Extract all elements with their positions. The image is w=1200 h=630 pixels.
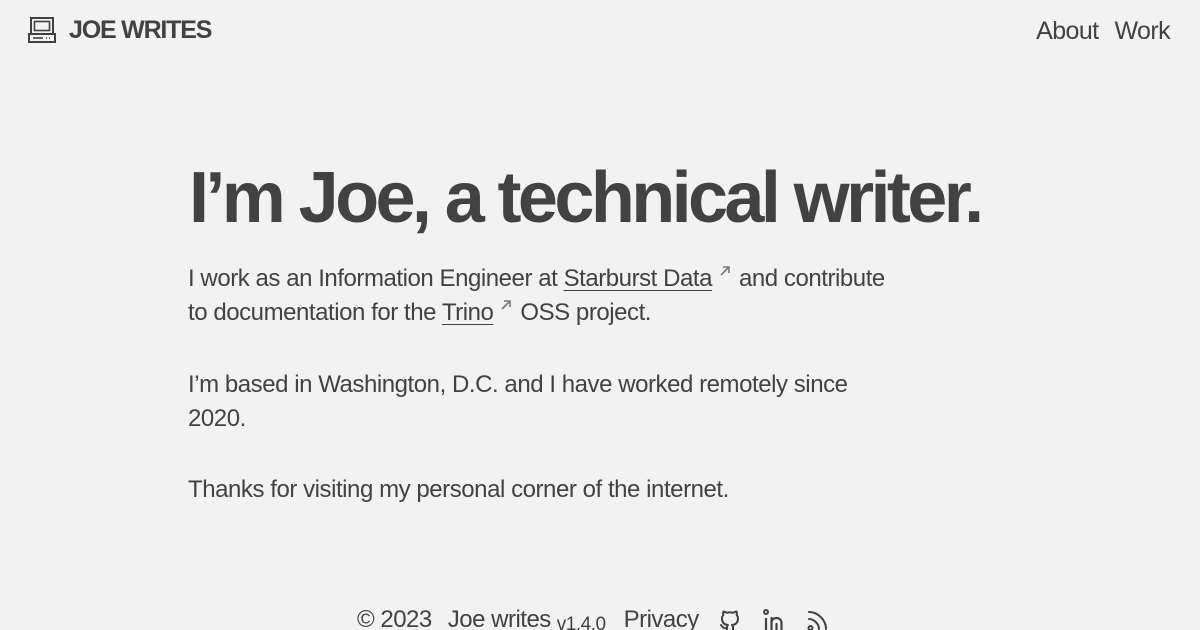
site-header: JOE WRITES About Work bbox=[0, 0, 1200, 64]
brand-name: JOE WRITES bbox=[69, 16, 212, 44]
trino-link[interactable]: Trino bbox=[442, 299, 494, 326]
footer-home-link[interactable]: Joe writes v1.4.0 bbox=[448, 606, 606, 630]
intro-text-start: I work as an Information Engineer at bbox=[188, 265, 564, 292]
main-nav: About Work bbox=[1036, 16, 1170, 46]
footer-site-name: Joe writes bbox=[447, 606, 552, 630]
rss-icon bbox=[807, 611, 827, 630]
github-link[interactable] bbox=[718, 608, 742, 630]
linkedin-icon bbox=[762, 609, 783, 630]
social-links bbox=[718, 608, 830, 630]
intro-paragraph-thanks: Thanks for visiting my personal corner o… bbox=[188, 476, 729, 503]
home-link[interactable]: JOE WRITES bbox=[28, 15, 212, 45]
github-icon bbox=[719, 610, 739, 630]
site-footer: © 2023 Joe writes v1.4.0 Privacy bbox=[357, 606, 830, 630]
rss-link[interactable] bbox=[806, 608, 830, 630]
main-content: I’m Joe, a technical writer. I work as a… bbox=[188, 150, 1028, 507]
page-title: I’m Joe, a technical writer. bbox=[189, 158, 984, 238]
external-link-icon bbox=[501, 300, 512, 310]
privacy-link[interactable]: Privacy bbox=[624, 606, 700, 630]
copyright-text: © 2023 bbox=[357, 606, 432, 630]
nav-work-link[interactable]: Work bbox=[1115, 16, 1171, 46]
computer-icon bbox=[28, 17, 56, 43]
intro-text-end: OSS project. bbox=[520, 299, 652, 326]
external-link-icon bbox=[720, 266, 730, 276]
intro-paragraph-location: I’m based in Washington, D.C. and I have… bbox=[188, 371, 848, 432]
nav-about-link[interactable]: About bbox=[1036, 16, 1099, 46]
intro-paragraph-work: I work as an Information Engineer at Sta… bbox=[188, 262, 888, 330]
version-label: v1.4.0 bbox=[556, 614, 606, 630]
starburst-link[interactable]: Starburst Data bbox=[564, 265, 713, 292]
linkedin-link[interactable] bbox=[762, 608, 786, 630]
